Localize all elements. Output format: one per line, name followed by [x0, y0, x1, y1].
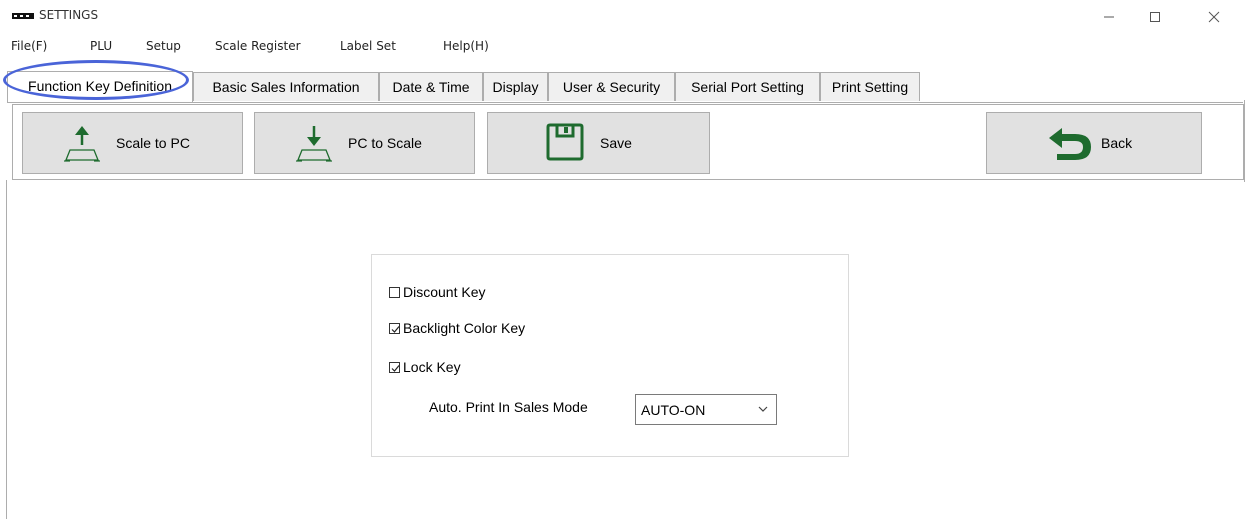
tab-user-security[interactable]: User & Security	[548, 72, 675, 101]
auto-print-select[interactable]: AUTO-ON	[635, 394, 777, 425]
menu-plu[interactable]: PLU	[90, 39, 112, 53]
maximize-button[interactable]	[1132, 0, 1178, 34]
save-button[interactable]: Save	[487, 112, 710, 174]
content-left-border	[6, 180, 7, 519]
lock-key-checkbox[interactable]	[389, 361, 400, 373]
minimize-icon	[1104, 16, 1114, 18]
tab-basic-sales-information[interactable]: Basic Sales Information	[193, 72, 379, 101]
auto-print-value: AUTO-ON	[641, 402, 706, 418]
title-bar: SETTINGS	[0, 0, 1251, 34]
lock-key-label: Lock Key	[403, 359, 461, 375]
backlight-color-key-checkbox[interactable]	[389, 322, 400, 334]
settings-tabs: Function Key Definition Basic Sales Info…	[7, 71, 1243, 103]
tab-display[interactable]: Display	[483, 72, 548, 101]
menu-scale-register[interactable]: Scale Register	[215, 39, 301, 53]
menu-label-set[interactable]: Label Set	[340, 39, 396, 53]
app-logo-icon	[12, 13, 34, 19]
menu-setup[interactable]: Setup	[146, 39, 181, 53]
lock-key-option[interactable]: Lock Key	[389, 359, 461, 375]
scale-to-pc-label: Scale to PC	[116, 135, 190, 151]
close-button[interactable]	[1191, 0, 1237, 34]
checkmark-icon	[391, 325, 400, 333]
backlight-color-key-option[interactable]: Backlight Color Key	[389, 320, 525, 336]
scale-download-icon	[296, 126, 332, 162]
checkmark-icon	[391, 364, 400, 372]
tab-print-setting[interactable]: Print Setting	[820, 72, 920, 101]
maximize-icon	[1150, 12, 1160, 22]
menu-file[interactable]: File(F)	[11, 39, 47, 53]
discount-key-option[interactable]: Discount Key	[389, 284, 485, 300]
function-key-panel: Discount Key Backlight Color Key Lock Ke…	[371, 254, 849, 457]
discount-key-checkbox[interactable]	[389, 286, 400, 298]
pc-to-scale-label: PC to Scale	[348, 135, 422, 151]
discount-key-label: Discount Key	[403, 284, 486, 300]
menu-bar: File(F) PLU Setup Scale Register Label S…	[0, 37, 1251, 57]
pc-to-scale-button[interactable]: PC to Scale	[254, 112, 475, 174]
back-button[interactable]: Back	[986, 112, 1202, 174]
save-label: Save	[600, 135, 632, 151]
menu-help[interactable]: Help(H)	[443, 39, 489, 53]
tab-date-time[interactable]: Date & Time	[379, 72, 483, 101]
close-icon	[1208, 11, 1220, 23]
scale-to-pc-button[interactable]: Scale to PC	[22, 112, 243, 174]
panel-right-border	[1244, 100, 1245, 182]
back-label: Back	[1101, 135, 1133, 151]
tab-serial-port-setting[interactable]: Serial Port Setting	[675, 72, 820, 101]
tab-function-key-definition[interactable]: Function Key Definition	[7, 71, 193, 102]
auto-print-label: Auto. Print In Sales Mode	[429, 399, 588, 415]
minimize-button[interactable]	[1086, 0, 1132, 34]
scale-upload-icon	[64, 126, 100, 162]
chevron-down-icon	[758, 406, 768, 412]
toolbar: Scale to PC PC to Scale Save Back	[12, 104, 1244, 180]
backlight-color-key-label: Backlight Color Key	[403, 320, 526, 336]
window-title: SETTINGS	[39, 8, 99, 22]
back-arrow-icon	[1049, 128, 1091, 160]
save-icon	[546, 123, 584, 161]
